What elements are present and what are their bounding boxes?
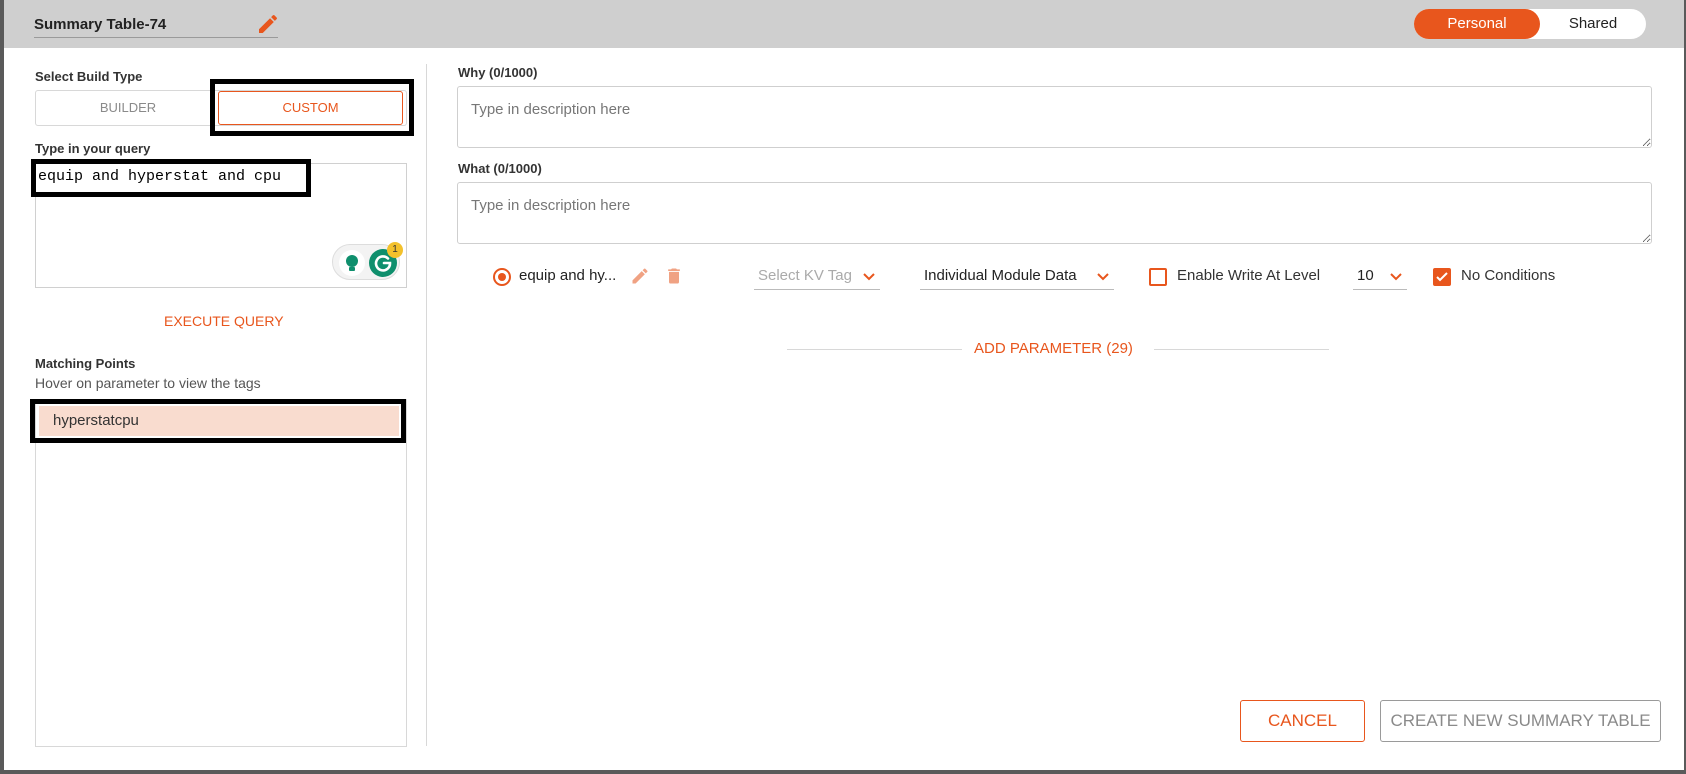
highlight-box: [31, 159, 311, 197]
no-conditions-label: No Conditions: [1461, 267, 1556, 284]
panel-divider: [426, 64, 427, 746]
what-label: What (0/1000): [458, 161, 542, 176]
kv-tag-select[interactable]: Select KV Tag: [754, 262, 880, 290]
why-input[interactable]: [457, 86, 1652, 148]
enable-write-label: Enable Write At Level: [1177, 267, 1321, 284]
matching-points-label: Matching Points: [35, 356, 136, 371]
create-summary-table-button[interactable]: CREATE NEW SUMMARY TABLE: [1380, 700, 1661, 742]
trash-icon[interactable]: [664, 266, 684, 286]
parameter-row: equip and hy... Select KV Tag Individual…: [4, 262, 1684, 292]
summary-table-modal: Summary Table-74 Personal Shared Select …: [4, 0, 1684, 770]
page-title: Summary Table-74: [34, 16, 167, 33]
what-input[interactable]: [457, 182, 1652, 244]
build-type-label: Select Build Type: [35, 69, 143, 84]
highlight-box: [30, 399, 406, 443]
chevron-down-icon: [863, 273, 875, 281]
parameter-name: equip and hy...: [519, 267, 617, 284]
matching-hint: Hover on parameter to view the tags: [35, 375, 261, 391]
cancel-button[interactable]: CANCEL: [1240, 700, 1365, 742]
kv-tag-placeholder: Select KV Tag: [758, 267, 852, 284]
no-conditions-checkbox[interactable]: [1433, 268, 1451, 286]
matching-points-list: [35, 399, 407, 747]
write-level-select[interactable]: 10: [1353, 262, 1407, 290]
add-parameter-button[interactable]: ADD PARAMETER (29): [974, 340, 1133, 357]
data-type-select[interactable]: Individual Module Data: [920, 262, 1114, 290]
why-label: Why (0/1000): [458, 65, 538, 80]
toggle-personal[interactable]: Personal: [1414, 9, 1540, 39]
divider-line: [787, 349, 962, 350]
builder-button[interactable]: BUILDER: [36, 91, 220, 125]
title-field[interactable]: Summary Table-74: [34, 12, 278, 38]
modal-header: Summary Table-74 Personal Shared: [4, 0, 1684, 48]
write-level-value: 10: [1357, 267, 1374, 284]
chevron-down-icon: [1097, 273, 1109, 281]
check-icon: [1436, 272, 1448, 282]
pencil-icon[interactable]: [256, 12, 280, 36]
highlight-box: [210, 79, 414, 136]
query-label: Type in your query: [35, 141, 151, 156]
visibility-toggle: Personal Shared: [1414, 9, 1646, 39]
execute-query-button[interactable]: EXECUTE QUERY: [164, 313, 284, 329]
pencil-icon[interactable]: [630, 266, 650, 286]
parameter-radio[interactable]: [493, 268, 511, 286]
enable-write-checkbox[interactable]: [1149, 268, 1167, 286]
data-type-value: Individual Module Data: [924, 267, 1077, 284]
toggle-shared[interactable]: Shared: [1540, 9, 1646, 39]
chevron-down-icon: [1390, 273, 1402, 281]
divider-line: [1154, 349, 1329, 350]
grammarly-badge: 1: [387, 242, 403, 258]
